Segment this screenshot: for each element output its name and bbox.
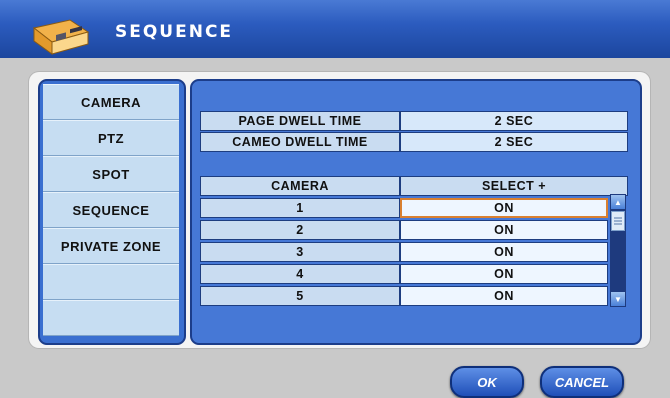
page-dwell-label: PAGE DWELL TIME	[200, 111, 400, 131]
scroll-down-icon[interactable]: ▼	[611, 292, 625, 306]
window-title: SEQUENCE	[115, 22, 234, 42]
camera-number: 1	[200, 198, 400, 218]
table-row: 3 ON	[200, 242, 608, 262]
select-toggle[interactable]: ON	[400, 264, 608, 284]
select-column-header: SELECT +	[400, 176, 628, 196]
camera-number: 5	[200, 286, 400, 306]
menu-item-private-zone[interactable]: PRIVATE ZONE	[43, 228, 179, 264]
scroll-up-icon[interactable]: ▲	[611, 195, 625, 209]
select-toggle[interactable]: ON	[400, 286, 608, 306]
select-toggle[interactable]: ON	[400, 198, 608, 218]
table-row: 5 ON	[200, 286, 608, 306]
page-dwell-row: PAGE DWELL TIME 2 SEC	[200, 111, 628, 131]
select-toggle[interactable]: ON	[400, 220, 608, 240]
cameo-dwell-value[interactable]: 2 SEC	[400, 132, 628, 152]
cameo-dwell-label: CAMEO DWELL TIME	[200, 132, 400, 152]
table-row: 1 ON	[200, 198, 608, 218]
cancel-button[interactable]: CANCEL	[540, 366, 624, 398]
cameo-dwell-row: CAMEO DWELL TIME 2 SEC	[200, 132, 628, 152]
table-row: 4 ON	[200, 264, 608, 284]
table-header: CAMERA SELECT +	[200, 176, 628, 196]
ok-button[interactable]: OK	[450, 366, 524, 398]
menu-item-empty	[43, 300, 179, 336]
camera-number: 4	[200, 264, 400, 284]
menu-item-empty	[43, 264, 179, 300]
page-dwell-value[interactable]: 2 SEC	[400, 111, 628, 131]
table-row: 2 ON	[200, 220, 608, 240]
camera-number: 2	[200, 220, 400, 240]
menu-item-ptz[interactable]: PTZ	[43, 120, 179, 156]
camera-column-header: CAMERA	[200, 176, 400, 196]
select-toggle[interactable]: ON	[400, 242, 608, 262]
camera-number: 3	[200, 242, 400, 262]
table-scrollbar[interactable]: ▲ ▼	[610, 194, 626, 307]
scroll-thumb[interactable]	[611, 211, 625, 231]
menu-item-camera[interactable]: CAMERA	[43, 84, 179, 120]
settings-menu: CAMERA PTZ SPOT SEQUENCE PRIVATE ZONE	[38, 79, 186, 345]
menu-item-spot[interactable]: SPOT	[43, 156, 179, 192]
title-bar: SEQUENCE	[0, 0, 670, 58]
menu-item-sequence[interactable]: SEQUENCE	[43, 192, 179, 228]
dvr-device-icon	[32, 19, 90, 55]
